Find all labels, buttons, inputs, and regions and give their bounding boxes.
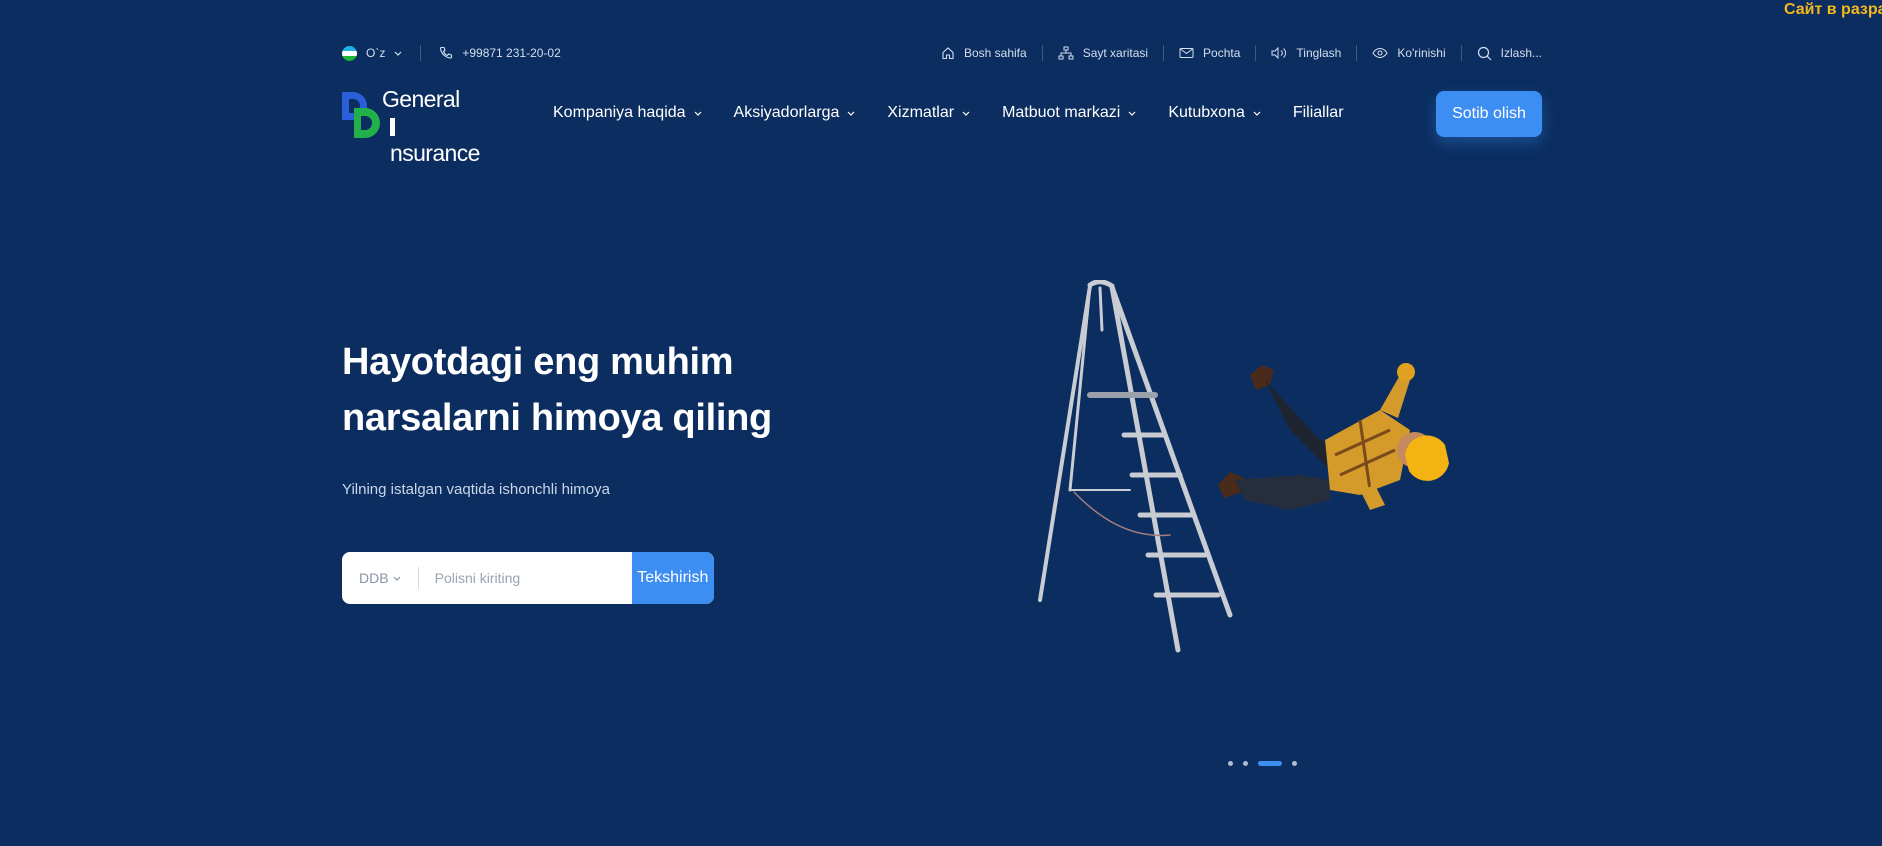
dev-banner: Сайт в разра bbox=[1784, 1, 1882, 18]
language-selector[interactable]: O`z bbox=[342, 45, 402, 61]
chevron-down-icon bbox=[393, 576, 401, 581]
language-label: O`z bbox=[366, 46, 386, 60]
listen-link-label: Tinglash bbox=[1296, 46, 1342, 60]
logo-text-line2-rest: nsurance bbox=[390, 140, 480, 166]
policy-number-input[interactable] bbox=[418, 552, 632, 604]
phone-icon bbox=[439, 46, 453, 60]
uzbekistan-flag-icon bbox=[342, 45, 357, 61]
logo-text-line1: General bbox=[382, 86, 460, 112]
sitemap-icon bbox=[1058, 46, 1074, 60]
phone-number: +99871 231-20-02 bbox=[462, 46, 561, 60]
chevron-down-icon bbox=[694, 111, 701, 116]
mail-icon bbox=[1179, 47, 1194, 59]
hero-title-line2: narsalarni himoya qiling bbox=[342, 397, 772, 439]
home-link-label: Bosh sahifa bbox=[963, 46, 1027, 60]
chevron-down-icon bbox=[1253, 111, 1261, 116]
slider-dot-1[interactable] bbox=[1228, 761, 1233, 766]
divider bbox=[1255, 45, 1257, 61]
mail-link-label: Pochta bbox=[1203, 46, 1241, 60]
top-utility-bar: O`z +99871 231-20-02 Bosh sahifa Sayt xa… bbox=[342, 44, 1542, 62]
hero-title-line1: Hayotdagi eng muhim bbox=[342, 341, 734, 383]
nav-item-label: Aksiyadorlarga bbox=[733, 104, 840, 121]
nav-item-kompaniya-haqida[interactable]: Kompaniya haqida bbox=[553, 104, 702, 122]
slider-dot-2[interactable] bbox=[1243, 761, 1248, 766]
divider bbox=[1356, 45, 1358, 61]
mail-link[interactable]: Pochta bbox=[1179, 46, 1240, 60]
phone-link[interactable]: +99871 231-20-02 bbox=[439, 46, 561, 60]
divider bbox=[420, 45, 422, 61]
chevron-down-icon bbox=[394, 51, 402, 56]
slider-dot-4[interactable] bbox=[1292, 761, 1297, 766]
slider-pagination bbox=[1228, 761, 1297, 766]
falling-worker-image bbox=[1218, 363, 1449, 510]
chevron-down-icon bbox=[847, 111, 855, 116]
nav-item-matbuot-markazi[interactable]: Matbuot markazi bbox=[1002, 104, 1136, 122]
check-policy-button[interactable]: Tekshirish bbox=[631, 552, 714, 604]
speaker-icon bbox=[1271, 47, 1287, 59]
policy-type-value: DDB bbox=[359, 570, 389, 586]
nav-item-filiallar[interactable]: Filiallar bbox=[1293, 104, 1344, 122]
view-mode-label: Ko'rinishi bbox=[1397, 46, 1446, 60]
ladder-image bbox=[1038, 280, 1233, 653]
search-link-label: Izlash... bbox=[1500, 46, 1542, 60]
home-link[interactable]: Bosh sahifa bbox=[941, 46, 1027, 60]
logo-mark-icon bbox=[342, 92, 380, 138]
divider bbox=[1163, 45, 1165, 61]
nav-item-xizmatlar[interactable]: Xizmatlar bbox=[887, 104, 970, 122]
chevron-down-icon bbox=[962, 111, 970, 116]
nav-item-aksiyadorlarga[interactable]: Aksiyadorlarga bbox=[734, 104, 856, 122]
eye-icon bbox=[1372, 47, 1388, 59]
slider-dot-3-active[interactable] bbox=[1258, 761, 1282, 766]
chevron-down-icon bbox=[1128, 111, 1136, 116]
buy-button[interactable]: Sotib olish bbox=[1436, 91, 1542, 137]
sitemap-link[interactable]: Sayt xaritasi bbox=[1058, 46, 1148, 60]
home-icon bbox=[941, 46, 955, 60]
logo-i-glyph bbox=[390, 118, 395, 136]
main-navigation: Kompaniya haqida Aksiyadorlarga Xizmatla… bbox=[553, 104, 1344, 122]
nav-item-kutubxona[interactable]: Kutubxona bbox=[1168, 104, 1261, 122]
search-link[interactable]: Izlash... bbox=[1477, 46, 1542, 61]
hero-title: Hayotdagi eng muhim narsalarni himoya qi… bbox=[342, 334, 862, 446]
policy-check-form: DDB Tekshirish bbox=[342, 552, 714, 604]
nav-item-label: Kutubxona bbox=[1168, 104, 1245, 121]
search-icon bbox=[1477, 46, 1492, 61]
nav-item-label: Matbuot markazi bbox=[1002, 104, 1121, 121]
divider bbox=[1041, 45, 1043, 61]
sitemap-link-label: Sayt xaritasi bbox=[1082, 46, 1149, 60]
hero-subtitle: Yilning istalgan vaqtida ishonchli himoy… bbox=[342, 481, 610, 498]
divider bbox=[1460, 45, 1462, 61]
listen-link[interactable]: Tinglash bbox=[1271, 46, 1341, 60]
company-logo[interactable]: General nsurance bbox=[342, 86, 482, 166]
view-mode-link[interactable]: Ko'rinishi bbox=[1372, 46, 1446, 60]
nav-item-label: Kompaniya haqida bbox=[553, 104, 686, 121]
nav-item-label: Xizmatlar bbox=[887, 104, 955, 121]
hero-illustration bbox=[1038, 280, 1449, 653]
logo-text-line2: nsurance bbox=[390, 113, 482, 167]
policy-type-select[interactable]: DDB bbox=[342, 552, 419, 604]
nav-item-label: Filiallar bbox=[1292, 104, 1344, 121]
